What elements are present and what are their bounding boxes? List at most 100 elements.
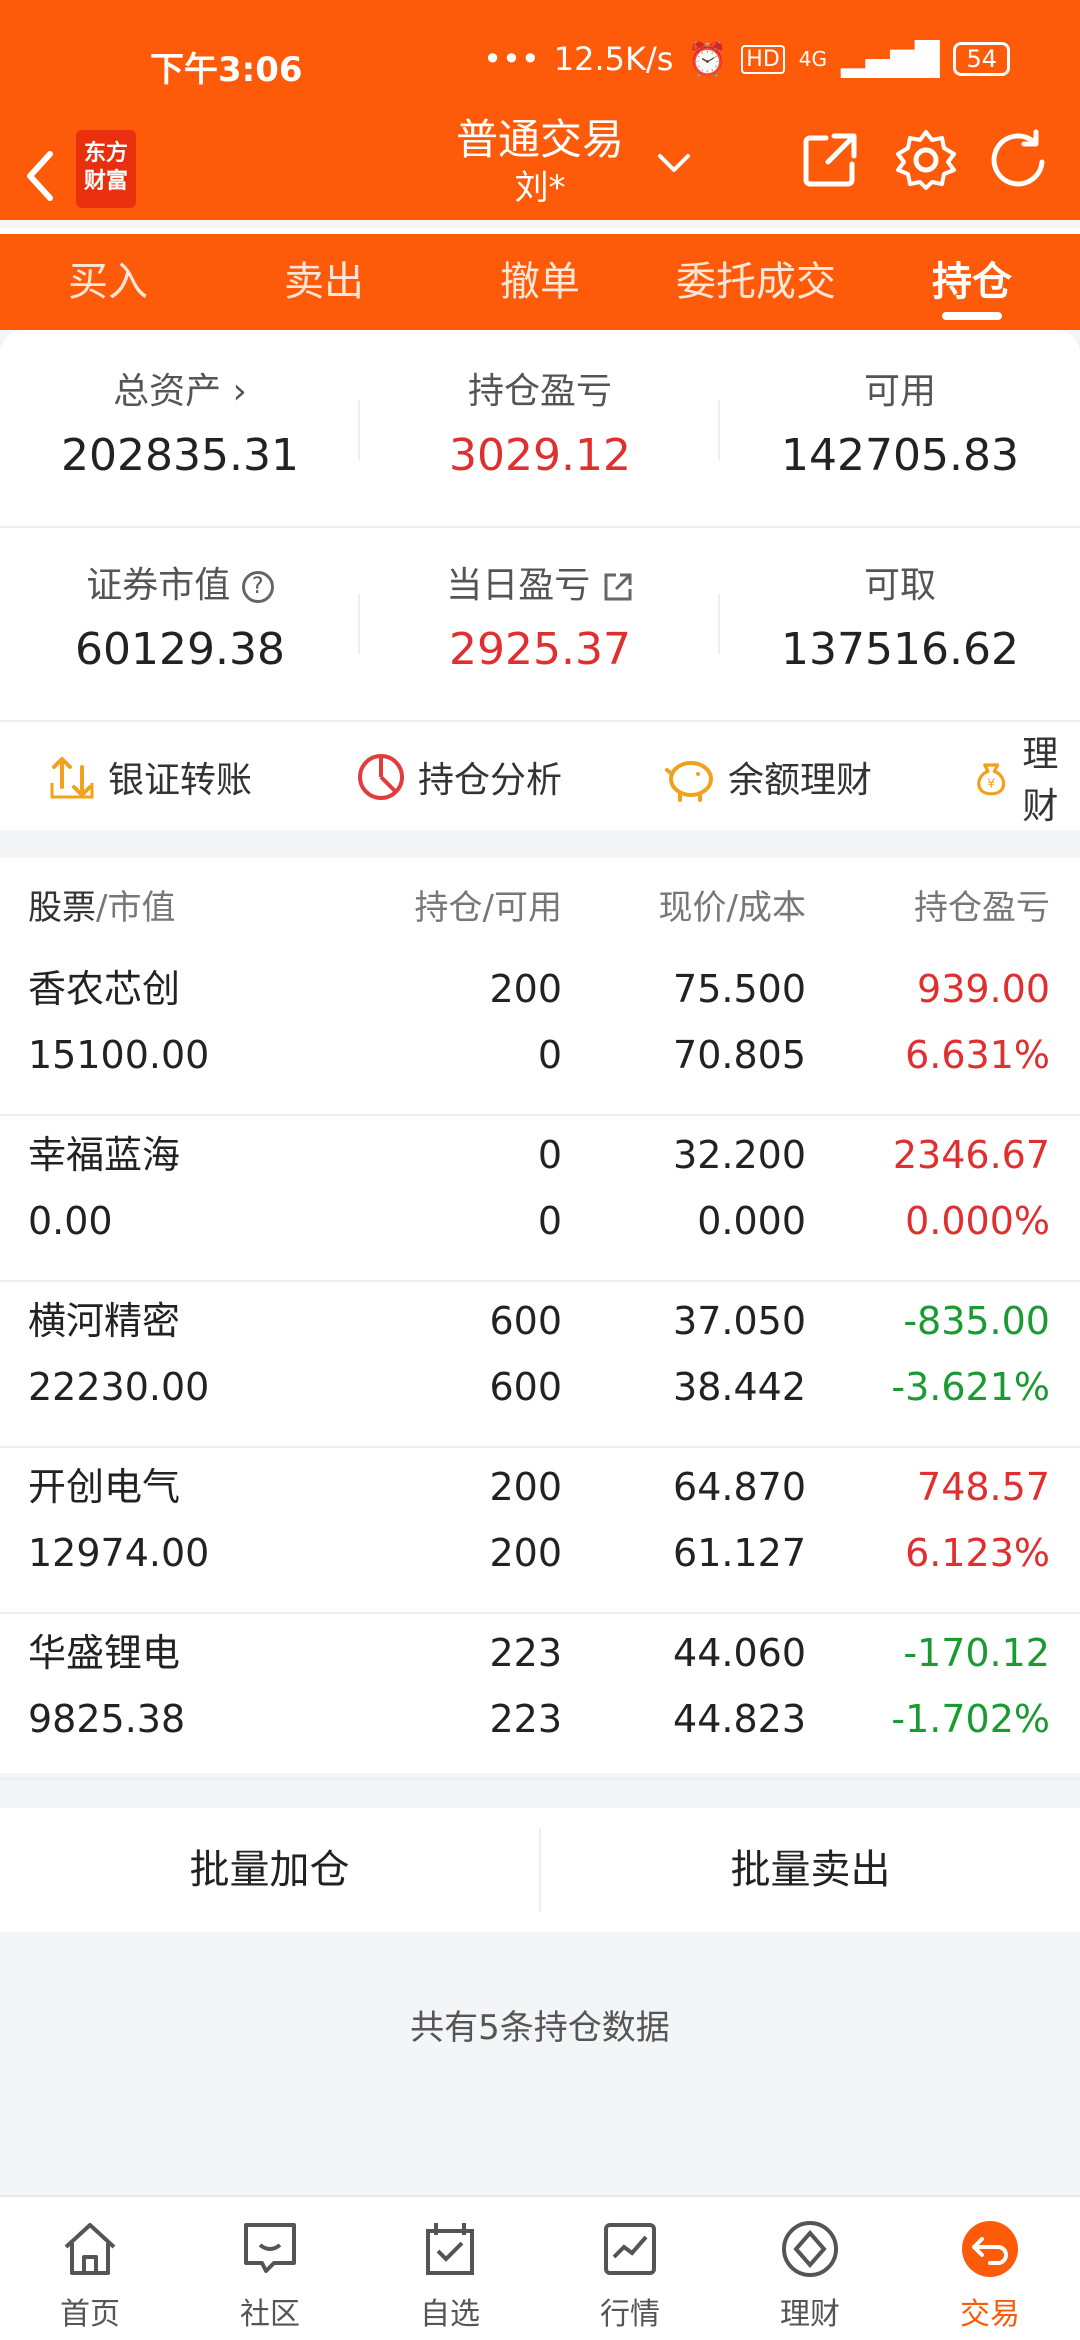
header-value-label: /市值 [96,888,176,928]
status-time: 下午3:06 [150,50,303,90]
tab-orders[interactable]: 委托成交 [648,234,864,330]
profit-loss: 748.57 [917,1465,1050,1509]
withdrawable-value: 137516.62 [781,624,1019,675]
withdrawable-label: 可取 [863,565,936,606]
nav-finance[interactable]: 理财 [720,2197,900,2340]
transfer-icon [50,757,94,799]
tab-buy[interactable]: 买入 [0,234,216,330]
logo-line2: 财富 [83,169,128,194]
market-value: 0.00 [28,1199,113,1243]
available-label: 可用 [863,371,936,412]
table-row[interactable]: 香农芯创 15100.00 200 0 75.500 70.805 939.00 6.631% [0,950,1080,1116]
market-value: 9825.38 [28,1697,186,1741]
balance-finance-button[interactable]: 余额理财 [664,752,872,802]
stock-name: 开创电气 [28,1465,181,1509]
table-row[interactable]: 华盛锂电 9825.38 223 223 44.060 44.823 -170.12 -1.7… [0,1614,1080,1780]
stock-name: 香农芯创 [28,967,181,1011]
market-value: 15100.00 [28,1033,210,1077]
stock-name: 华盛锂电 [28,1631,181,1675]
piggy-bank-icon [665,761,713,802]
balance-finance-label: 余额理财 [728,760,873,801]
header-stock[interactable]: 股票/市值 [28,880,175,929]
profit-loss-pct: 6.631% [905,1033,1050,1077]
share-icon[interactable] [800,130,860,190]
signal-icon: ▂▄▆█ [841,40,940,78]
refresh-icon[interactable] [986,128,1052,194]
profit-loss: 939.00 [917,967,1050,1011]
holdings-table: 股票/市值 持仓/可用 现价/成本 持仓盈亏 香农芯创 15100.00 200 0 7… [0,858,1080,1780]
nav-home-label: 首页 [60,2297,120,2332]
checklist-icon [426,2223,474,2275]
position-analysis-button[interactable]: 持仓分析 [356,752,562,802]
cost-price: 61.127 [673,1531,806,1575]
app-bar: 东方 财富 普通交易 刘* [0,110,1080,220]
batch-add-button[interactable]: 批量加仓 [0,1808,539,1932]
current-price: 75.500 [673,967,806,1011]
profit-loss: 2346.67 [892,1133,1050,1177]
profit-loss-pct: -1.702% [891,1697,1050,1741]
profit-loss-pct: 6.123% [905,1531,1050,1575]
nav-watchlist[interactable]: 自选 [360,2197,540,2340]
nav-market-label: 行情 [600,2297,660,2332]
tab-sell[interactable]: 卖出 [216,234,432,330]
table-row[interactable]: 幸福蓝海 0.00 0 0 32.200 0.000 2346.67 0.000% [0,1116,1080,1282]
network-speed: 12.5K/s [553,40,674,78]
status-icons: ••• 12.5K/s ⏰ HD 4G ▂▄▆█ 54 [483,40,1010,78]
hd-icon: HD [741,44,785,74]
nav-home[interactable]: 首页 [0,2197,180,2340]
available-qty: 223 [489,1697,562,1741]
page-title: 普通交易 [455,115,624,164]
market-value: 12974.00 [28,1531,210,1575]
available-qty: 600 [489,1365,562,1409]
tab-cancel[interactable]: 撤单 [432,234,648,330]
chevron-right-icon: › [221,371,247,412]
home-icon [64,2223,116,2275]
position-qty: 600 [489,1299,562,1343]
tab-holdings[interactable]: 持仓 [864,234,1080,330]
back-icon[interactable] [22,150,58,202]
position-qty: 200 [489,1465,562,1509]
finance-button[interactable]: ¥ 理财 [972,734,1080,827]
available-qty: 200 [489,1531,562,1575]
market-value-cell: 证券市值 ? 60129.38 [0,564,360,678]
table-row[interactable]: 横河精密 22230.00 600 600 37.050 38.442 -835.00 -3.… [0,1282,1080,1448]
header-stock-label: 股票 [28,888,96,928]
profit-loss-pct: 0.000% [905,1199,1050,1243]
available-value: 142705.83 [781,430,1019,481]
external-link-icon[interactable] [602,571,634,603]
header-pl[interactable]: 持仓盈亏 [870,880,1050,929]
nav-trade[interactable]: 交易 [900,2197,1080,2340]
available-qty: 0 [537,1033,562,1077]
cost-price: 38.442 [673,1365,806,1409]
nav-community[interactable]: 社区 [180,2197,360,2340]
nav-market[interactable]: 行情 [540,2197,720,2340]
current-price: 64.870 [673,1465,806,1509]
chat-icon [244,2223,296,2273]
header-position[interactable]: 持仓/可用 [380,880,562,929]
diamond-icon [782,2221,838,2277]
divider [0,526,1080,528]
gear-icon[interactable] [894,128,958,192]
batch-sell-button[interactable]: 批量卖出 [541,1808,1080,1932]
day-pl-cell[interactable]: 当日盈亏 2925.37 [360,564,720,678]
position-analysis-label: 持仓分析 [418,760,563,801]
bank-transfer-button[interactable]: 银证转账 [48,752,252,802]
position-qty: 200 [489,967,562,1011]
trade-tabs: 买入 卖出 撤单 委托成交 持仓 [0,228,1080,330]
chevron-down-icon[interactable] [656,150,692,178]
profit-loss-pct: -3.621% [891,1365,1050,1409]
shortcut-bar: 银证转账 持仓分析 余额理财 ¥ 理财 [0,720,1080,830]
header-price[interactable]: 现价/成本 [600,880,806,929]
table-row[interactable]: 开创电气 12974.00 200 200 64.870 61.127 748.57 6.12… [0,1448,1080,1614]
withdrawable-cell: 可取 137516.62 [720,564,1080,678]
help-icon[interactable]: ? [241,571,274,603]
svg-text:¥: ¥ [987,776,995,791]
account-switcher[interactable]: 普通交易 刘* [440,110,640,208]
stock-name: 横河精密 [28,1299,181,1343]
batch-actions: 批量加仓 批量卖出 [0,1808,1080,1932]
position-qty: 223 [489,1631,562,1675]
nav-trade-label: 交易 [960,2297,1020,2332]
available-qty: 0 [537,1199,562,1243]
total-assets-cell[interactable]: 总资产 › 202835.31 [0,370,360,484]
stock-name: 幸福蓝海 [28,1133,181,1177]
